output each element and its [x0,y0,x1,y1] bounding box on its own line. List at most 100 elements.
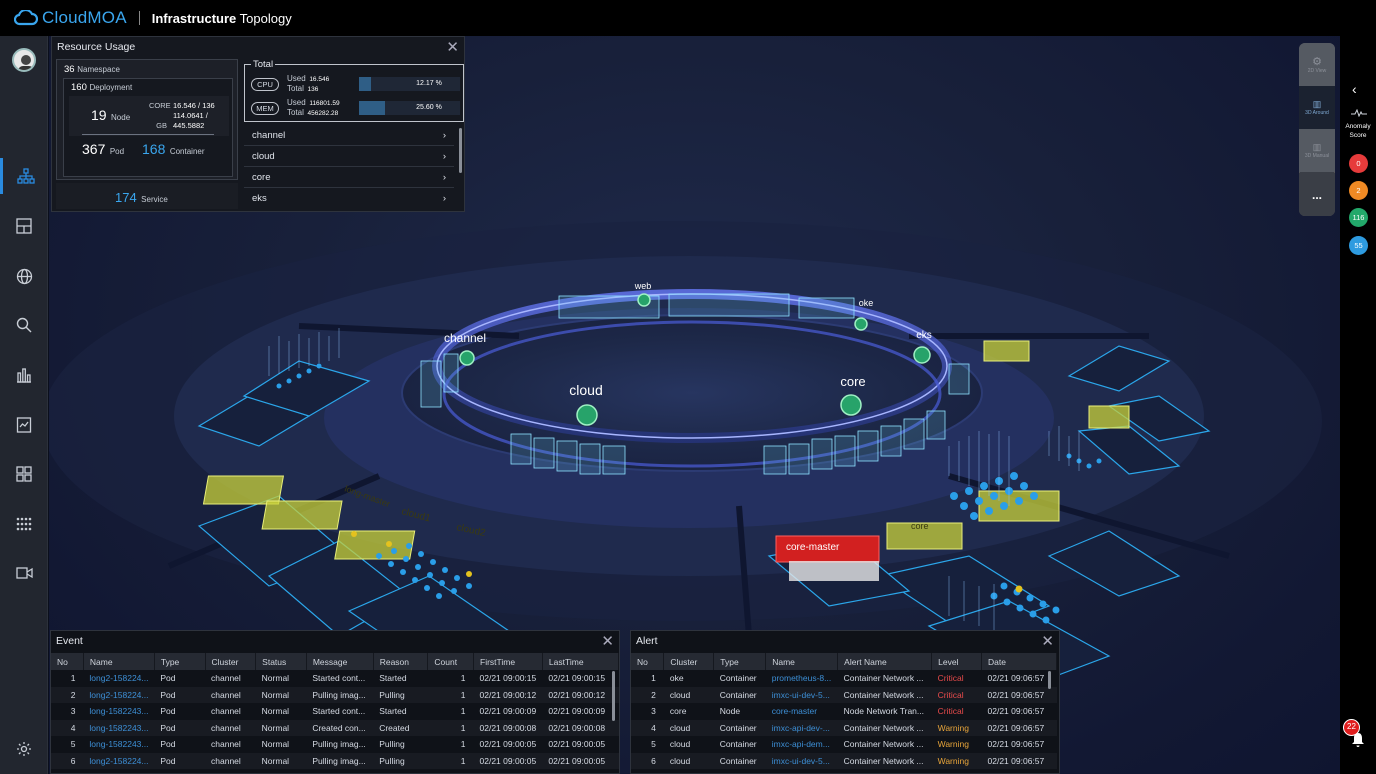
table-cell: Pod [160,673,176,684]
brand-logo[interactable]: CloudMOA [14,8,127,28]
label-web: web [634,281,652,291]
view-2d-button[interactable]: ⚙ 2D View [1299,43,1335,86]
table-cell: 02/21 09:06:57 [981,686,1057,703]
view-3d-manual-button[interactable]: ▥ 3D Manual [1299,129,1335,172]
table-cell: 02/21 09:06:57 [987,739,1045,750]
table-cell: channel [211,739,241,750]
table-cell: Pulling [379,739,405,750]
avatar[interactable] [12,48,36,72]
column-header: Reason [373,653,429,670]
sidebar-item-report[interactable] [0,407,48,443]
table-cell: Pulling [373,686,428,703]
table-row[interactable]: 1 long2-158224... Pod channel Normal Started … [51,670,619,687]
table-cell[interactable]: imxc-api-dem... [766,736,838,753]
close-icon[interactable]: ✕ [446,40,459,55]
close-icon[interactable]: ✕ [601,634,614,649]
table-cell: cloud [663,686,714,703]
table-cell: 6 [631,752,664,769]
table-cell: 1 [427,719,474,736]
label-oke: oke [859,298,874,308]
table-cell: Pod [154,719,206,736]
table-row[interactable]: 5 cloud Container imxc-api-dem... Container … [631,736,1057,753]
table-cell: 1 [651,673,656,684]
table-cell[interactable]: imxc-ui-dev-5... [765,752,838,769]
sidebar-item-globe[interactable] [0,258,48,294]
namespace-item[interactable]: cloud › [244,146,454,167]
column-header: Type [154,653,206,670]
brand-name: CloudMOA [42,8,127,27]
table-cell: 02/21 09:00:12 [473,686,543,703]
table-cell: 6 [51,752,84,769]
anomaly-score-badge[interactable]: 2 [1349,181,1368,200]
sidebar-item-topology[interactable] [0,158,48,194]
table-cell[interactable]: prometheus-8... [766,670,838,687]
sidebar-item-video[interactable] [0,555,48,591]
table-cell[interactable]: long-1582243... [83,703,154,720]
namespace-item[interactable]: core › [244,167,454,188]
table-row[interactable]: 4 cloud Container imxc-api-dev-... Container… [631,719,1057,736]
table-cell: 02/21 09:00:12 [542,686,619,703]
table-cell: 1 [460,673,466,684]
sidebar-item-settings[interactable] [0,731,48,767]
table-cell: 02/21 09:00:15 [548,673,606,684]
table-row[interactable]: 5 long-1582243... Pod channel Normal Pulling … [51,736,619,753]
table-cell: Warning [931,719,982,736]
table-cell: Pod [154,752,206,769]
table-cell: Created [373,719,428,736]
table-cell[interactable]: imxc-api-dev-... [765,719,838,736]
notification-bell[interactable]: 22 [1343,719,1367,749]
anomaly-score-badge[interactable]: 0 [1349,154,1368,173]
chevron-left-icon[interactable]: ‹ [1352,81,1357,97]
table-row[interactable]: 4 long-1582243... Pod channel Normal Created … [51,719,619,736]
view-3d-around-button[interactable]: ▥ 3D Around [1299,86,1335,129]
column-header: Level [931,653,983,670]
scrollbar[interactable] [459,128,462,173]
scrollbar[interactable] [612,671,615,721]
sidebar-item-search[interactable] [0,307,48,343]
table-cell: 02/21 09:00:05 [473,752,543,769]
table-cell: Started cont... [312,673,366,684]
table-cell: Critical [937,673,964,684]
table-cell[interactable]: long2-158224... [83,670,154,687]
table-cell: Container Network ... [837,752,932,769]
namespace-item[interactable]: eks › [244,188,454,209]
close-icon[interactable]: ✕ [1041,634,1054,649]
table-cell: 4 [51,719,84,736]
chevron-right-icon: › [442,171,446,183]
column-header: Date [981,653,1057,670]
table-row[interactable]: 6 cloud Container imxc-ui-dev-5... Container… [631,752,1057,769]
sidebar-item-apps[interactable] [0,456,48,492]
scrollbar[interactable] [1048,671,1051,689]
namespace-item[interactable]: channel › [244,125,454,146]
table-row[interactable]: 2 long2-158224... Pod channel Normal Pulling … [51,686,619,703]
column-header: No [631,653,665,670]
sidebar-item-chart[interactable] [0,357,48,393]
cpu-usage-bar: 12.17 % [359,77,460,91]
table-cell[interactable]: long2-158224... [83,752,155,769]
chevron-right-icon: › [442,193,446,204]
table-cell: Container [713,686,766,703]
table-cell: 02/21 09:00:08 [473,719,543,736]
chevron-right-icon: › [442,150,446,162]
more-button[interactable]: ... [1299,173,1335,216]
anomaly-score-badge[interactable]: 55 [1349,236,1368,255]
sidebar-item-dashboard[interactable] [0,208,48,244]
table-cell: 3 [651,706,656,717]
table-cell: channel [211,706,241,717]
topology-canvas[interactable]: web oke eks channel cloud core long-mast… [49,36,1340,774]
dashboard-icon [16,218,32,234]
table-row[interactable]: 1 oke Container prometheus-8... Container Ne… [631,670,1057,687]
sidebar [0,36,48,774]
table-row[interactable]: 6 long2-158224... Pod channel Normal Pulling … [51,752,619,769]
sidebar-item-grid[interactable] [0,506,48,542]
table-cell[interactable]: long2-158224... [83,686,155,703]
table-row[interactable]: 3 long-1582243... Pod channel Normal Started … [51,703,619,720]
anomaly-score-badge[interactable]: 116 [1349,208,1368,227]
table-row[interactable]: 3 core Node core-master Node Network Tran...… [631,703,1057,720]
table-cell[interactable]: core-master [766,703,838,720]
table-cell[interactable]: long-1582243... [83,736,154,753]
table-cell[interactable]: long-1582243... [83,719,155,736]
table-row[interactable]: 2 cloud Container imxc-ui-dev-5... Container… [631,686,1057,703]
table-cell[interactable]: imxc-ui-dev-5... [765,686,838,703]
anomaly-score-label: Anomaly Score [1345,123,1371,139]
